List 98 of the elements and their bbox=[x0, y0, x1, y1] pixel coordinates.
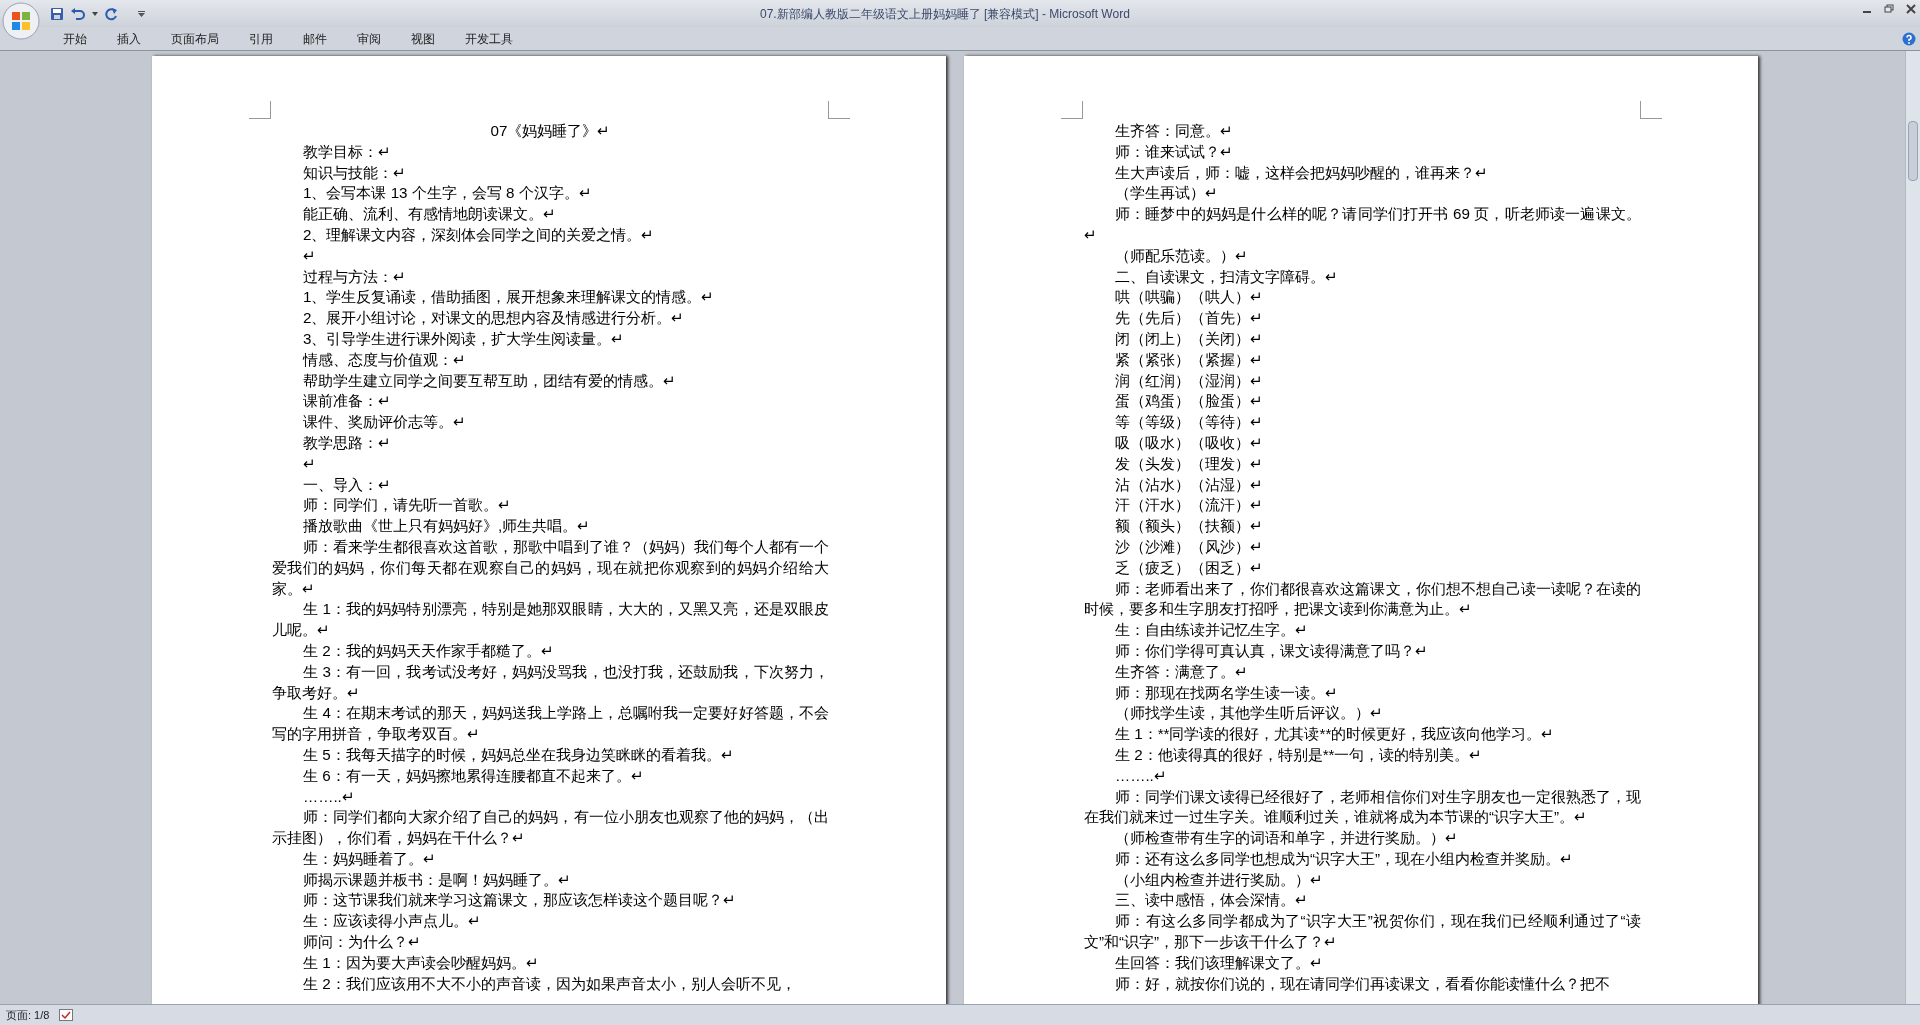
paragraph: 乏（疲乏）（困乏）↵ bbox=[1114, 557, 1264, 578]
paragraph: 二、自读课文，扫清文字障碍。↵ bbox=[1114, 266, 1339, 287]
restore-icon[interactable] bbox=[1884, 4, 1894, 14]
save-icon[interactable] bbox=[50, 6, 64, 21]
paragraph: （小组内检查并进行奖励。）↵ bbox=[1114, 869, 1324, 890]
paragraph: 哄（哄骗）（哄人）↵ bbox=[1114, 287, 1264, 308]
paragraph: （师配乐范读。）↵ bbox=[1114, 245, 1249, 266]
paragraph: 课件、奖励评价志等。↵ bbox=[302, 412, 467, 433]
paragraph: ……..↵ bbox=[1114, 765, 1168, 786]
help-icon[interactable] bbox=[1902, 32, 1916, 46]
ribbon-tab[interactable]: 开发工具 bbox=[450, 27, 528, 50]
paragraph: 师：好，就按你们说的，现在请同学们再读课文，看看你能读懂什么？把不 bbox=[1114, 973, 1611, 994]
undo-icon[interactable] bbox=[70, 6, 86, 21]
paragraph: 师：同学们，请先听一首歌。↵ bbox=[302, 495, 512, 516]
paragraph: 生 6：有一天，妈妈擦地累得连腰都直不起来了。↵ bbox=[302, 765, 645, 786]
paragraph: 能正确、流利、有感情地朗读课文。↵ bbox=[302, 204, 557, 225]
paragraph: 教学目标：↵ bbox=[302, 141, 392, 162]
ribbon-tab[interactable]: 页面布局 bbox=[156, 27, 234, 50]
paragraph: 额（额头）（扶额）↵ bbox=[1114, 516, 1264, 537]
paragraph: 师：看来学生都很喜欢这首歌，那歌中唱到了谁？（妈妈）我们每个人都有一个爱我们的妈妈，你们每天都在观察自己的妈妈，现在就把你观察到的妈妈介绍给大家。↵ bbox=[272, 536, 829, 599]
paragraph: ↵ bbox=[302, 453, 317, 474]
paragraph: 1、学生反复诵读，借助插图，展开想象来理解课文的情感。↵ bbox=[302, 287, 716, 308]
paragraph: 2、展开小组讨论，对课文的思想内容及情感进行分析。↵ bbox=[302, 308, 686, 329]
paragraph: （学生再试）↵ bbox=[1114, 183, 1219, 204]
paragraph: 3、引导学生进行课外阅读，扩大学生阅读量。↵ bbox=[302, 328, 626, 349]
paragraph: 师：有这么多同学都成为了“识字大王”祝贺你们，现在我们已经顺利通过了“读文”和“识字”，那下一步该干什么了？↵ bbox=[1084, 911, 1641, 953]
document-title: 07《妈妈睡了》↵ bbox=[489, 121, 612, 141]
ribbon-tab[interactable]: 视图 bbox=[396, 27, 450, 50]
caret-icon[interactable] bbox=[92, 11, 98, 16]
paragraph: 师问：为什么？↵ bbox=[302, 932, 422, 953]
paragraph: 发（头发）（理发）↵ bbox=[1114, 453, 1264, 474]
paragraph: 知识与技能：↵ bbox=[302, 162, 407, 183]
margin-mark bbox=[249, 101, 271, 119]
paragraph: 生 2：他读得真的很好，特别是**一句，读的特别美。↵ bbox=[1114, 744, 1484, 765]
paragraph: 情感、态度与价值观：↵ bbox=[301, 349, 467, 370]
margin-mark bbox=[1061, 101, 1083, 119]
paragraph: 汗（汗水）（流汗）↵ bbox=[1114, 495, 1264, 516]
paragraph: 师揭示课题并板书：是啊！妈妈睡了。↵ bbox=[302, 869, 572, 890]
ribbon-tab[interactable]: 审阅 bbox=[342, 27, 396, 50]
paragraph: 生：自由练读并记忆生字。↵ bbox=[1114, 620, 1309, 641]
paragraph: 先（先后）（首先）↵ bbox=[1114, 308, 1264, 329]
paragraph: 帮助学生建立同学之间要互帮互助，团结有爱的情感。↵ bbox=[302, 370, 677, 391]
paragraph: 闭（闭上）（关闭）↵ bbox=[1114, 328, 1264, 349]
paragraph: 三、读中感悟，体会深情。↵ bbox=[1114, 890, 1309, 911]
paragraph: 润（红润）（湿润）↵ bbox=[1114, 370, 1264, 391]
paragraph: 生：妈妈睡着了。↵ bbox=[302, 848, 437, 869]
paragraph: 教学思路：↵ bbox=[302, 432, 392, 453]
paragraph: 师：同学们课文读得已经很好了，老师相信你们对生字朋友也一定很熟悉了，现在我们就来过一过生字关。谁顺利过关，谁就将成为本节课的“识字大王”。↵ bbox=[1084, 786, 1641, 828]
paragraph: 生 1：**同学读的很好，尤其读**的时候更好，我应该向他学习。↵ bbox=[1114, 724, 1556, 745]
page-indicator[interactable]: 页面: 1/8 bbox=[6, 1006, 50, 1024]
paragraph: 播放歌曲《世上只有妈妈好》,师生共唱。↵ bbox=[302, 516, 592, 537]
paragraph: 过程与方法：↵ bbox=[302, 266, 407, 287]
paragraph: 师：你们学得可真认真，课文读得满意了吗？↵ bbox=[1114, 640, 1429, 661]
paragraph: 师：老师看出来了，你们都很喜欢这篇课文，你们想不想自己读一读呢？在读的时候，要多和生字朋友打招呼，把课文读到你满意为止。↵ bbox=[1084, 578, 1641, 620]
ribbon-tab[interactable]: 开始 bbox=[48, 27, 102, 50]
paragraph: 沾（沾水）（沾湿）↵ bbox=[1114, 474, 1264, 495]
paragraph: 生回答：我们该理解课文了。↵ bbox=[1114, 952, 1324, 973]
paragraph: 师：还有这么多同学也想成为“识字大王”，现在小组内检查并奖励。↵ bbox=[1114, 848, 1575, 869]
paragraph: 吸（吸水）（吸收）↵ bbox=[1114, 432, 1264, 453]
margin-mark bbox=[1640, 101, 1662, 119]
paragraph: 等（等级）（等待）↵ bbox=[1114, 412, 1264, 433]
paragraph: 沙（沙滩）（风沙）↵ bbox=[1114, 536, 1264, 557]
paragraph: 师：谁来试试？↵ bbox=[1114, 141, 1234, 162]
ribbon-tab[interactable]: 邮件 bbox=[288, 27, 342, 50]
ribbon-tab[interactable]: 引用 bbox=[234, 27, 288, 50]
paragraph: 师：同学们都向大家介绍了自己的妈妈，有一位小朋友也观察了他的妈妈，（出示挂图），你们看，妈妈在干什么？↵ bbox=[272, 807, 829, 849]
paragraph: （师找学生读，其他学生听后评议。）↵ bbox=[1114, 703, 1384, 724]
scrollbar[interactable] bbox=[1905, 51, 1920, 1004]
window-title: 07.新部编人教版二年级语文上册妈妈睡了 [兼容模式] - Microsoft Word bbox=[760, 6, 1130, 23]
paragraph: 师：那现在找两名学生读一读。↵ bbox=[1114, 682, 1339, 703]
ribbon-tab[interactable]: 插入 bbox=[102, 27, 156, 50]
paragraph: 生 2：我的妈妈天天作家手都糙了。↵ bbox=[302, 640, 555, 661]
paragraph: 生大声读后，师：嘘，这样会把妈妈吵醒的，谁再来？↵ bbox=[1114, 162, 1489, 183]
paragraph: 课前准备：↵ bbox=[302, 391, 392, 412]
paragraph: 2、理解课文内容，深刻体会同学之间的关爱之情。↵ bbox=[302, 225, 656, 245]
paragraph: 师：这节课我们就来学习这篇课文，那应该怎样读这个题目呢？↵ bbox=[302, 890, 737, 911]
paragraph: 生 3：有一回，我考试没考好，妈妈没骂我，也没打我，还鼓励我，下次努力，争取考好。↵ bbox=[272, 661, 829, 703]
customize-caret-icon[interactable] bbox=[138, 10, 145, 17]
proofing-icon[interactable] bbox=[59, 1009, 74, 1021]
margin-mark bbox=[828, 101, 850, 119]
paragraph: 生 1：因为要大声读会吵醒妈妈。↵ bbox=[302, 952, 540, 973]
redo-icon[interactable] bbox=[104, 6, 118, 21]
paragraph: 生 2：我们应该用不大不小的声音读，因为如果声音太小，别人会听不见， bbox=[302, 973, 797, 994]
close-icon[interactable] bbox=[1906, 4, 1916, 14]
paragraph: ↵ bbox=[302, 245, 317, 266]
paragraph: 蛋（鸡蛋）（脸蛋）↵ bbox=[1114, 391, 1264, 412]
paragraph: 生 1：我的妈妈特别漂亮，特别是她那双眼睛，大大的，又黑又亮，还是双眼皮儿呢。↵ bbox=[272, 599, 829, 641]
paragraph: 紧（紧张）（紧握）↵ bbox=[1114, 349, 1264, 370]
paragraph: 生：应该读得小声点儿。↵ bbox=[302, 911, 482, 932]
paragraph: 一、导入：↵ bbox=[302, 474, 392, 495]
paragraph: 生齐答：满意了。↵ bbox=[1114, 661, 1249, 682]
paragraph: ……..↵ bbox=[302, 786, 356, 807]
paragraph: （师检查带有生字的词语和单字，并进行奖励。）↵ bbox=[1114, 828, 1459, 849]
paragraph: 生 5：我每天描字的时候，妈妈总坐在我身边笑眯眯的看着我。↵ bbox=[302, 744, 735, 765]
paragraph: 师：睡梦中的妈妈是什么样的呢？请同学们打开书 69 页，听老师读一遍课文。↵ bbox=[1084, 204, 1641, 245]
paragraph: 生 4：在期末考试的那天，妈妈送我上学路上，总嘱咐我一定要好好答题，不会写的字用拼音，争取考双百。↵ bbox=[272, 703, 829, 745]
paragraph: 1、会写本课 13 个生字，会写 8 个汉字。↵ bbox=[302, 183, 593, 204]
paragraph: 生齐答：同意。↵ bbox=[1114, 121, 1234, 141]
